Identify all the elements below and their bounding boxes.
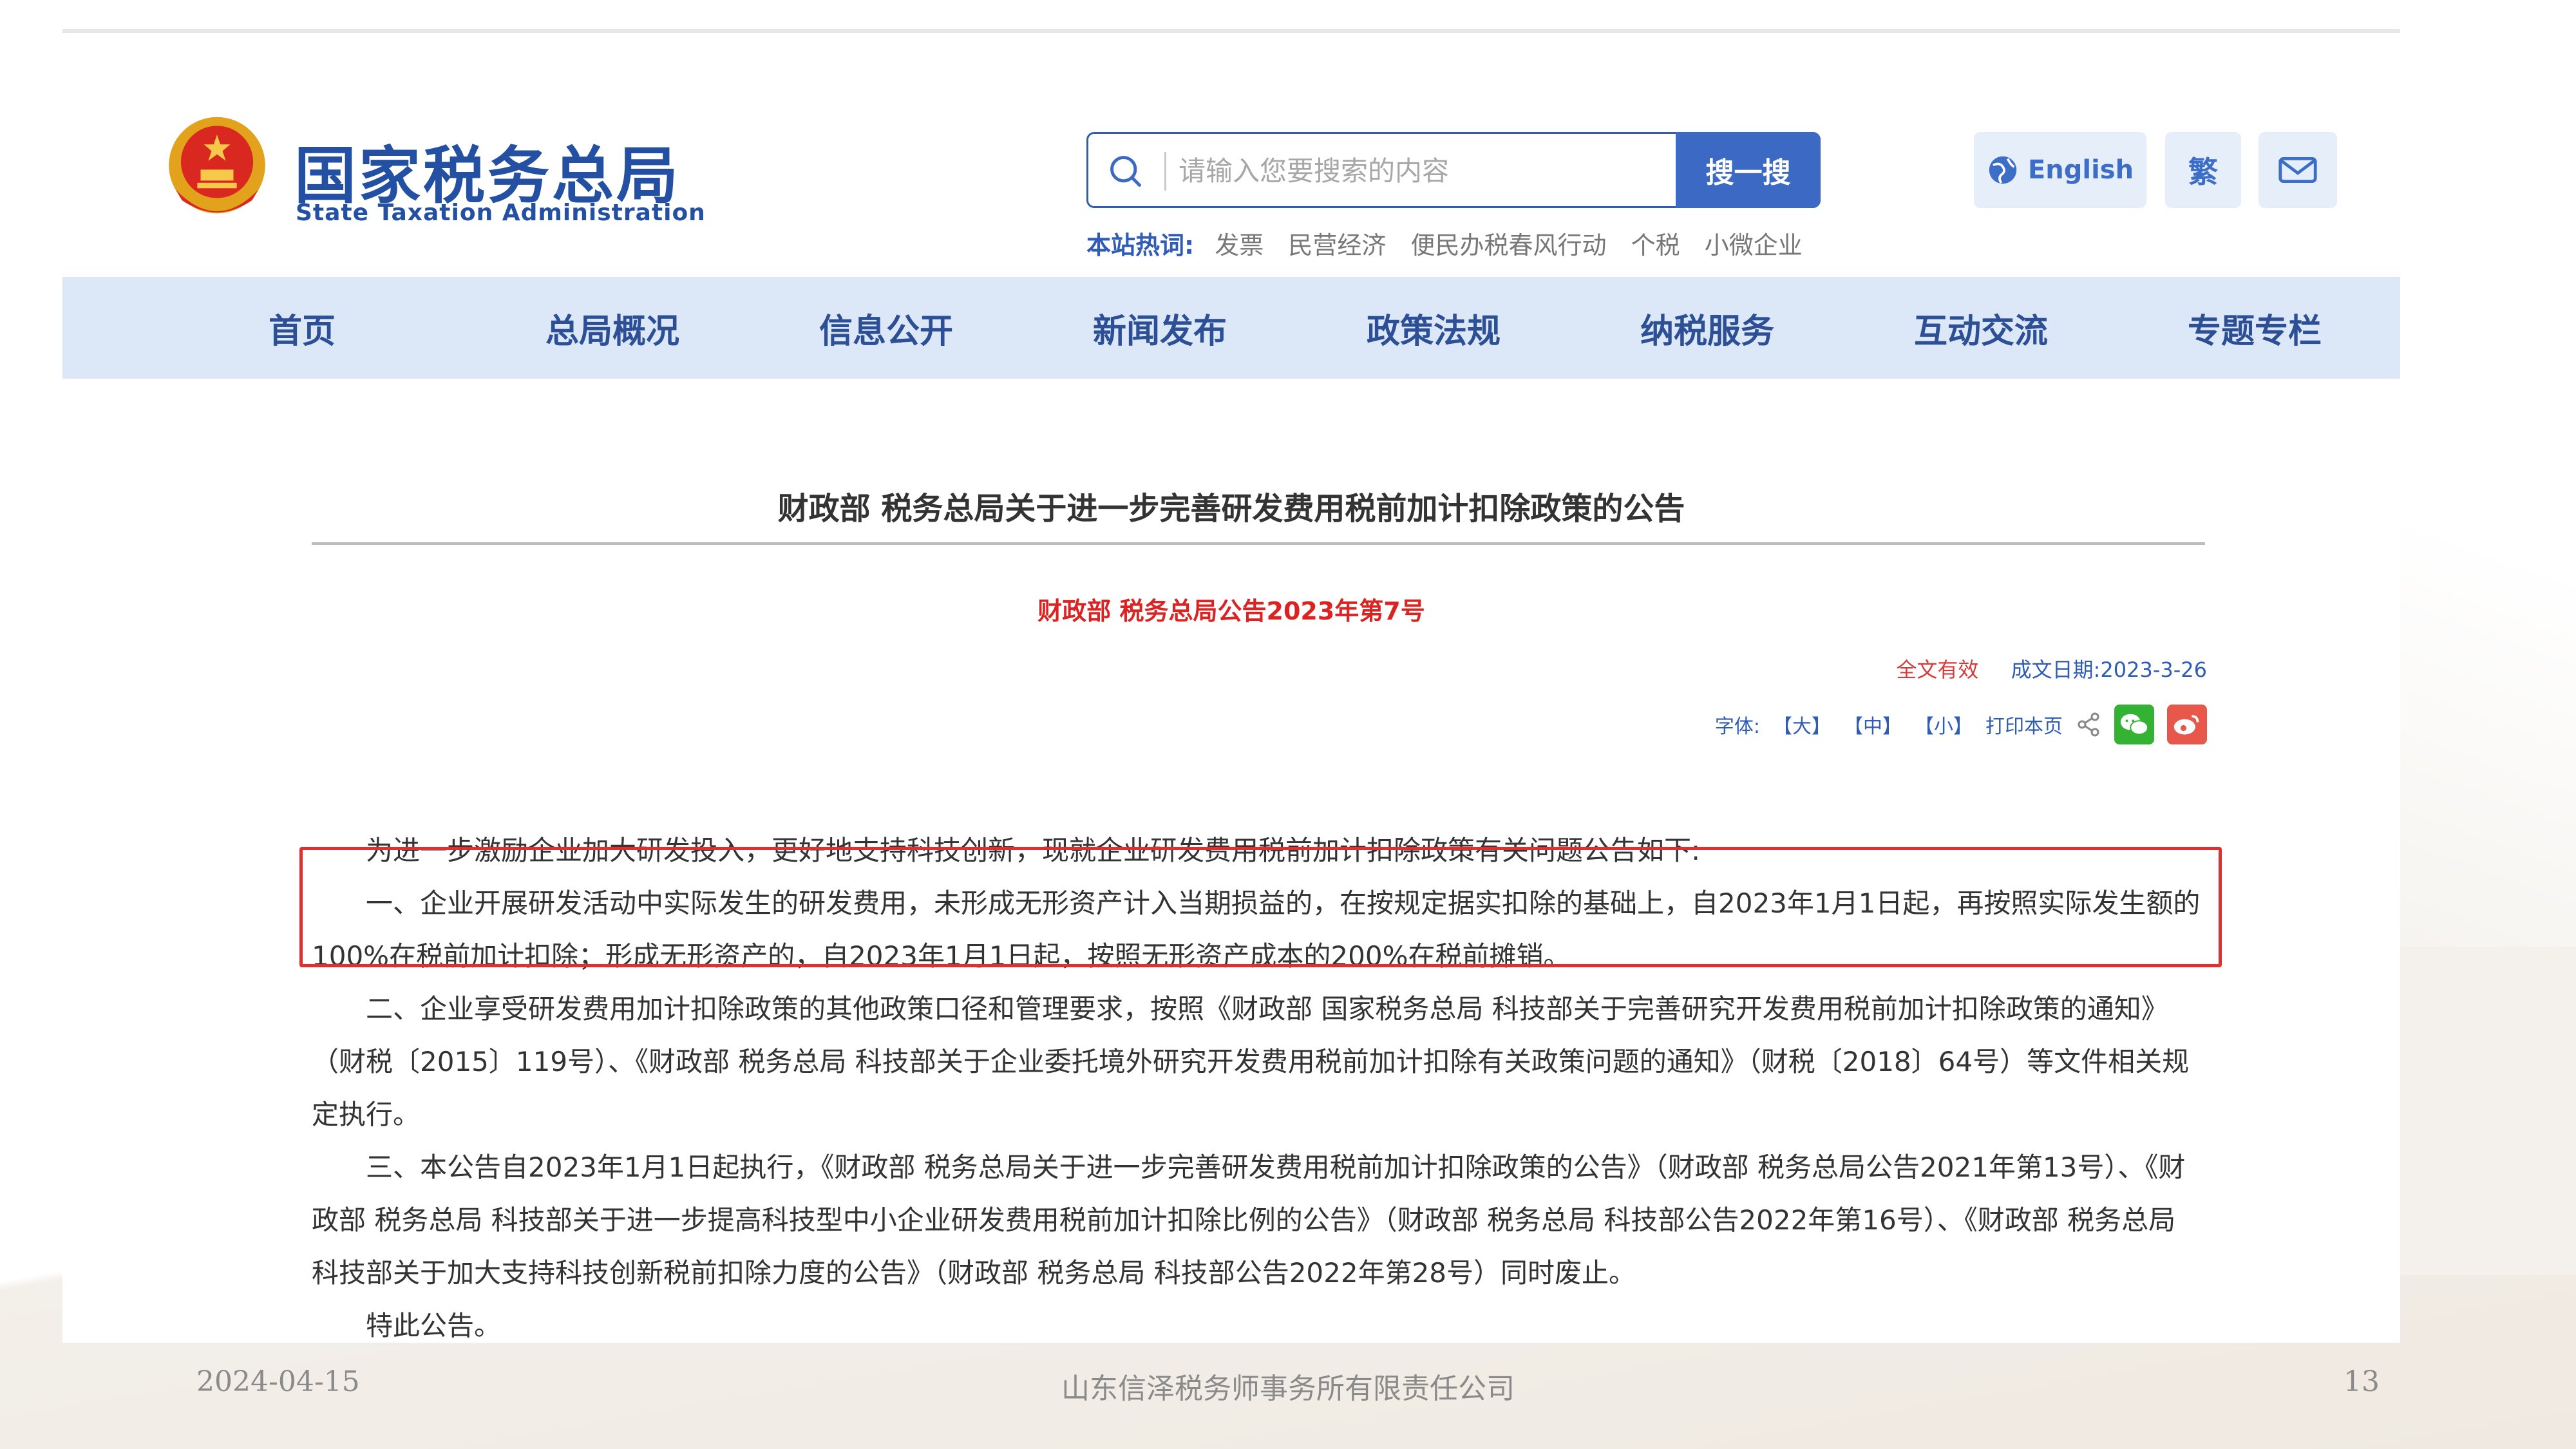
hotwords-bar: 本站热词: 发票 民营经济 便民办税春风行动 个税 小微企业 <box>1086 225 1819 261</box>
footer-company: 山东信泽税务师事务所有限责任公司 <box>1061 1372 1515 1405</box>
nav-item-home[interactable]: 首页 <box>198 304 471 352</box>
search-button[interactable]: 搜一搜 <box>1676 132 1821 208</box>
hotword-link[interactable]: 便民办税春风行动 <box>1411 231 1607 260</box>
article-body: 为进一步激励企业加大研发投入，更好地支持科技创新，现就企业研发费用税前加计扣除政… <box>312 824 2208 1352</box>
search-input[interactable] <box>1179 146 1578 196</box>
share-icon[interactable] <box>2076 712 2101 737</box>
weibo-share-icon[interactable] <box>2167 705 2207 744</box>
font-size-label: 字体: <box>1714 715 1760 738</box>
nav-item-news[interactable]: 新闻发布 <box>1019 304 1293 352</box>
validity-status: 全文有效 <box>1896 658 1979 682</box>
english-button[interactable]: English <box>1974 132 2146 208</box>
mail-icon <box>2278 157 2317 183</box>
hotword-link[interactable]: 个税 <box>1631 231 1680 260</box>
font-large-link[interactable]: 【大】 <box>1773 710 1831 739</box>
footer-page-number: 13 <box>2344 1365 2380 1398</box>
logo-title-en: State Taxation Administration <box>296 200 706 226</box>
article-paragraph: 为进一步激励企业加大研发投入，更好地支持科技创新，现就企业研发费用税前加计扣除政… <box>366 835 1701 866</box>
english-label: English <box>2027 155 2134 185</box>
nav-item-policy[interactable]: 政策法规 <box>1293 304 1566 352</box>
main-nav: 首页 总局概况 信息公开 新闻发布 政策法规 纳税服务 互动交流 专题专栏 <box>62 277 2400 379</box>
hotword-link[interactable]: 小微企业 <box>1705 231 1803 260</box>
article-title: 财政部 税务总局关于进一步完善研发费用税前加计扣除政策的公告 <box>777 491 1685 527</box>
top-divider <box>62 29 2400 33</box>
date-label: 成文日期: <box>2011 658 2101 682</box>
search-box: 搜一搜 <box>1086 132 1821 208</box>
slide-footer: 2024-04-15 山东信泽税务师事务所有限责任公司 13 <box>0 1359 2576 1410</box>
wechat-icon <box>2120 714 2149 735</box>
article-tools: 字体: 【大】 【中】 【小】 打印本页 <box>1715 702 2207 747</box>
traditional-chinese-button[interactable]: 繁 <box>2165 132 2241 208</box>
nav-item-tax-service[interactable]: 纳税服务 <box>1566 304 1840 352</box>
article-paragraph: 特此公告。 <box>366 1310 502 1341</box>
hotwords-label: 本站热词: <box>1086 231 1195 260</box>
article-date: 2023-3-26 <box>2100 658 2207 682</box>
national-emblem-icon <box>169 117 265 214</box>
globe-icon <box>1989 156 2017 184</box>
font-medium-link[interactable]: 【中】 <box>1844 710 1902 739</box>
nav-item-overview[interactable]: 总局概况 <box>471 304 745 352</box>
nav-item-info-disclosure[interactable]: 信息公开 <box>745 304 1019 352</box>
article-paragraph: 一、企业开展研发活动中实际发生的研发费用，未形成无形资产计入当期损益的，在按规定… <box>312 887 2201 972</box>
wechat-share-icon[interactable] <box>2114 705 2154 744</box>
nav-item-special-topics[interactable]: 专题专栏 <box>2114 304 2387 352</box>
hotword-link[interactable]: 民营经济 <box>1288 231 1386 260</box>
mail-button[interactable] <box>2259 132 2337 208</box>
article-paragraph: 二、企业享受研发费用加计扣除政策的其他政策口径和管理要求，按照《财政部 国家税务… <box>312 993 2190 1130</box>
article-paragraph: 三、本公告自2023年1月1日起执行，《财政部 税务总局关于进一步完善研发费用税… <box>312 1151 2186 1289</box>
print-link[interactable]: 打印本页 <box>1985 710 2063 739</box>
search-icon <box>1110 156 1141 187</box>
document-number: 财政部 税务总局公告2023年第7号 <box>1037 597 1425 625</box>
slide-background-decoration-right <box>2383 245 2576 1275</box>
font-small-link[interactable]: 【小】 <box>1915 710 1973 739</box>
search-separator <box>1164 152 1166 191</box>
hotword-link[interactable]: 发票 <box>1215 231 1264 260</box>
nav-item-interaction[interactable]: 互动交流 <box>1840 304 2114 352</box>
weibo-icon <box>2174 715 2199 735</box>
title-divider <box>312 542 2205 545</box>
article-meta: 全文有效 成文日期:2023-3-26 <box>1896 654 2207 683</box>
website-screenshot: 国家税务总局 State Taxation Administration 搜一搜… <box>62 29 2400 1343</box>
